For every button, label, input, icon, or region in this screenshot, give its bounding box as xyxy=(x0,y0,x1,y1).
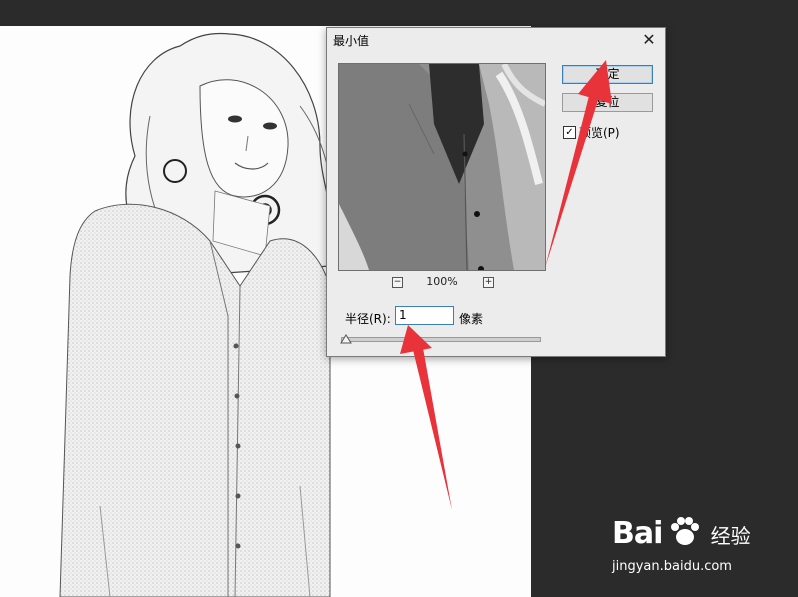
radius-label: 半径(R): xyxy=(345,312,391,326)
baidu-jingyan-watermark: Bai 经验 jingyan.baidu.com xyxy=(612,515,751,574)
radius-slider-track[interactable] xyxy=(341,337,541,342)
radius-unit-label: 像素 xyxy=(459,312,484,326)
dialog-title-bar[interactable]: 最小值 ✕ xyxy=(327,28,665,54)
radius-input[interactable] xyxy=(395,306,454,325)
close-icon[interactable]: ✕ xyxy=(637,29,661,51)
zoom-out-icon[interactable]: − xyxy=(392,277,403,288)
dialog-title: 最小值 xyxy=(333,34,370,48)
preview-graphic xyxy=(339,64,545,270)
zoom-in-icon[interactable]: + xyxy=(483,277,494,288)
radius-slider-thumb[interactable] xyxy=(340,334,352,344)
zoom-level-label: 100% xyxy=(426,275,458,288)
watermark-jingyan: 经验 xyxy=(710,524,751,548)
paw-icon xyxy=(670,517,699,545)
minimum-filter-dialog: 最小值 ✕ − 100% + 确定 复位 ✓ 预览(P) 半径(R): 像素 xyxy=(326,27,666,357)
preview-checkbox-label[interactable]: 预览(P) xyxy=(579,124,620,141)
preview-checkbox[interactable]: ✓ xyxy=(563,126,576,139)
ok-button[interactable]: 确定 xyxy=(562,65,653,84)
watermark-url: jingyan.baidu.com xyxy=(612,559,732,574)
reset-button[interactable]: 复位 xyxy=(562,93,653,112)
watermark-brand: Bai xyxy=(612,516,663,551)
filter-preview-image[interactable] xyxy=(338,63,546,271)
